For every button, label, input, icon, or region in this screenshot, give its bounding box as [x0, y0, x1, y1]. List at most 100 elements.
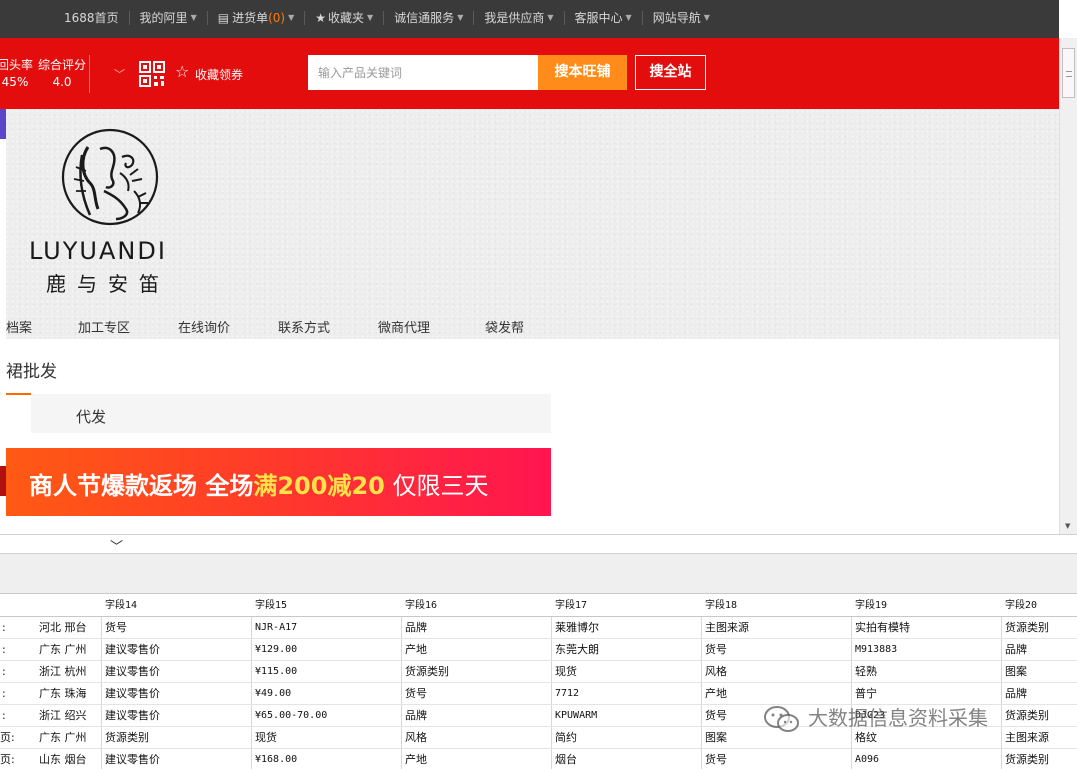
- column-header[interactable]: 字段18: [705, 595, 737, 617]
- chevron-down-icon[interactable]: ﹀: [114, 66, 125, 82]
- table-cell: 广东 珠海: [39, 687, 87, 700]
- return-rate-label: 回头率: [0, 58, 34, 72]
- table-cell: 货号: [105, 621, 127, 634]
- favorite-coupon-link[interactable]: 收藏领券: [195, 66, 243, 83]
- table-cell: 货源类别: [1005, 621, 1049, 634]
- chevron-down-icon: ▼: [457, 13, 464, 22]
- table-cell: 现货: [555, 665, 577, 678]
- topnav-favorites-label: 收藏夹: [328, 11, 365, 25]
- cart-icon: ▤: [217, 11, 230, 25]
- topnav-trust-label: 诚信通服务: [394, 11, 455, 25]
- topnav-site-nav[interactable]: 网站导航 ▼: [643, 11, 720, 25]
- return-rate-value: 45%: [1, 75, 29, 89]
- table-row[interactable]: : 广东 广州 建议零售价 ¥129.00 产地 东莞大朗 货号 M913883…: [0, 639, 1077, 661]
- chevron-down-icon: ▼: [288, 13, 295, 22]
- chevron-down-icon: ▼: [547, 13, 554, 22]
- topnav-supplier[interactable]: 我是供应商 ▼: [474, 11, 565, 25]
- table-row[interactable]: : 浙江 杭州 建议零售价 ¥115.00 货源类别 现货 风格 轻熟 图案: [0, 661, 1077, 683]
- table-cell: 轻熟: [855, 665, 877, 678]
- table-cell: 产地: [405, 753, 427, 766]
- tab-archive[interactable]: 档案: [6, 317, 32, 336]
- column-header[interactable]: 字段20: [1005, 595, 1037, 617]
- qr-code-icon[interactable]: [139, 61, 165, 87]
- table-cell: 现货: [255, 731, 277, 744]
- side-strip: [0, 139, 6, 339]
- table-cell: KPUWARM: [555, 710, 598, 721]
- topnav-my-alibaba[interactable]: 我的阿里 ▼: [130, 11, 208, 25]
- search-input[interactable]: [308, 55, 538, 90]
- table-cell: :: [2, 643, 6, 656]
- column-header[interactable]: 字段14: [105, 595, 137, 617]
- star-outline-icon[interactable]: ☆: [175, 63, 189, 81]
- table-cell: 建议零售价: [105, 753, 160, 766]
- category-underline: [6, 393, 31, 395]
- column-header[interactable]: 字段17: [555, 595, 587, 617]
- table-cell: 建议零售价: [105, 643, 160, 656]
- tab-contact[interactable]: 联系方式: [278, 317, 330, 336]
- topnav-favorites[interactable]: ★ 收藏夹 ▼: [305, 11, 385, 25]
- column-header[interactable]: 字段16: [405, 595, 437, 617]
- tab-processing[interactable]: 加工专区: [78, 317, 130, 336]
- table-cell: 浙江 杭州: [39, 665, 87, 678]
- table-cell: 风格: [705, 665, 727, 678]
- table-cell: 建议零售价: [105, 687, 160, 700]
- table-cell: :: [2, 709, 6, 722]
- table-cell: 东莞大朗: [555, 643, 599, 656]
- table-cell: 莱雅博尔: [555, 621, 599, 634]
- brand-logo-icon: [61, 128, 159, 226]
- tab-agent[interactable]: 微商代理: [378, 317, 430, 336]
- table-cell: NJR-A17: [255, 622, 298, 633]
- store-header: 回头率 45% 综合评分 4.0 ﹀ ☆ 收藏领券 搜本旺铺 搜全站: [0, 38, 1059, 109]
- panel-splitter[interactable]: [0, 534, 1077, 554]
- overall-score-label: 综合评分: [38, 58, 87, 72]
- scroll-down-arrow-icon[interactable]: ▼: [1065, 522, 1070, 530]
- topnav-supplier-label: 我是供应商: [484, 11, 545, 25]
- tab-dropship-help[interactable]: 袋发帮: [485, 317, 524, 336]
- table-cell: A096: [855, 754, 880, 765]
- watermark-text: 大数据信息资料采集: [808, 706, 988, 730]
- watermark: 大数据信息资料采集: [762, 702, 988, 731]
- tab-inquiry[interactable]: 在线询价: [178, 317, 230, 336]
- topnav-home-link[interactable]: 1688首页: [54, 11, 130, 25]
- table-cell: 产地: [405, 643, 427, 656]
- overall-score-value: 4.0: [52, 75, 72, 89]
- promo-text-discount: 满200减20: [253, 472, 385, 500]
- chevron-down-icon: ▼: [367, 13, 374, 22]
- chevron-down-icon[interactable]: ﹀: [110, 536, 123, 555]
- topnav-cart-label: 进货单: [232, 11, 269, 25]
- table-cell: 品牌: [1005, 687, 1027, 700]
- table-row[interactable]: : 河北 邢台 货号 NJR-A17 品牌 莱雅博尔 主图来源 实拍有模特 货源…: [0, 617, 1077, 639]
- table-cell: :: [2, 621, 6, 634]
- table-cell: ¥65.00-70.00: [255, 710, 328, 721]
- divider: [89, 55, 90, 93]
- return-rate: 回头率 45%: [0, 57, 33, 91]
- column-header[interactable]: 字段15: [255, 595, 287, 617]
- data-grid: 字段14 字段15 字段16 字段17 字段18 字段19 字段20 : 河北 …: [0, 595, 1077, 769]
- topnav-trust-service[interactable]: 诚信通服务 ▼: [384, 11, 475, 25]
- table-cell: ¥49.00: [255, 688, 292, 699]
- table-cell: 货号: [705, 753, 727, 766]
- table-cell: 货源类别: [405, 665, 449, 678]
- table-row[interactable]: 页: 山东 烟台 建议零售价 ¥168.00 产地 烟台 货号 A096 货源类…: [0, 749, 1077, 769]
- table-cell: 广东 广州: [39, 731, 87, 744]
- promo-text: 商人节爆款返场 全场满200减20 仅限三天: [29, 466, 489, 501]
- topnav-cart[interactable]: ▤ 进货单 (0) ▼: [208, 11, 306, 25]
- table-cell: 品牌: [1005, 643, 1027, 656]
- subtab-bar: [31, 394, 551, 433]
- subtab-dropship[interactable]: 代发: [76, 406, 106, 427]
- vertical-scrollbar[interactable]: ▼: [1059, 38, 1077, 534]
- table-cell: 品牌: [405, 709, 427, 722]
- grid-header-row: 字段14 字段15 字段16 字段17 字段18 字段19 字段20: [0, 595, 1077, 617]
- search-site-button[interactable]: 搜全站: [635, 55, 706, 90]
- table-cell: 实拍有模特: [855, 621, 910, 634]
- scrollbar-thumb[interactable]: [1062, 48, 1075, 98]
- side-accent: [0, 109, 6, 139]
- table-cell: :: [2, 687, 6, 700]
- search-store-button[interactable]: 搜本旺铺: [538, 55, 627, 90]
- overall-score: 综合评分 4.0: [38, 57, 86, 91]
- table-cell: 货号: [405, 687, 427, 700]
- table-cell: ¥168.00: [255, 754, 298, 765]
- column-header[interactable]: 字段19: [855, 595, 887, 617]
- topnav-service-center[interactable]: 客服中心 ▼: [565, 11, 643, 25]
- table-cell: 简约: [555, 731, 577, 744]
